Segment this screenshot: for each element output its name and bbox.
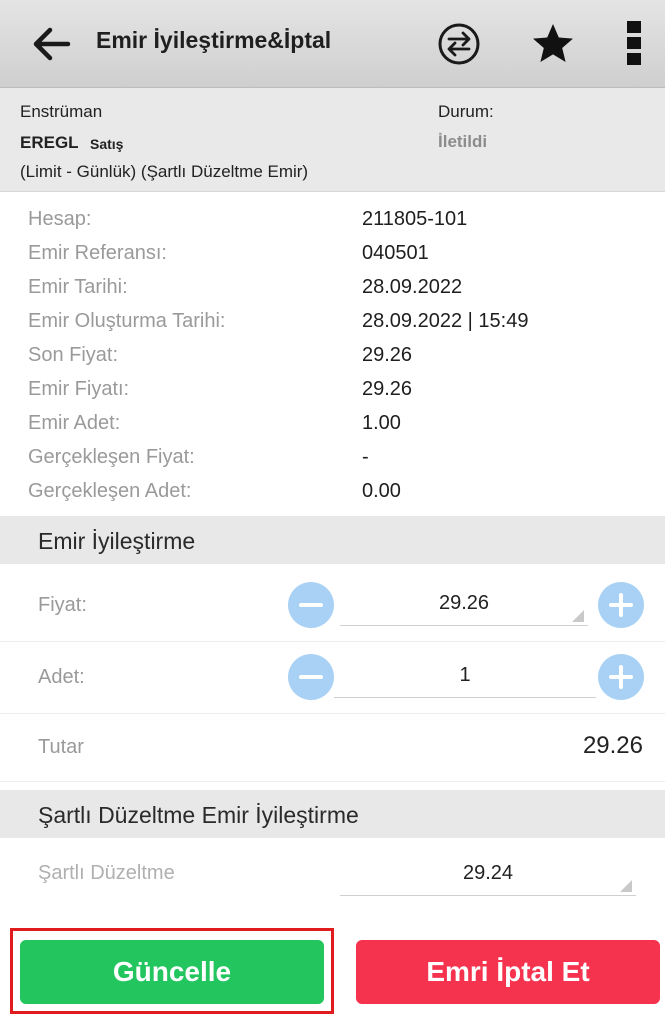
total-label: Tutar bbox=[38, 736, 84, 758]
detail-label: Son Fiyat: bbox=[28, 344, 119, 366]
update-button[interactable]: Güncelle bbox=[20, 940, 324, 1004]
detail-value: 040501 bbox=[362, 242, 429, 264]
order-side: Satış bbox=[90, 136, 124, 152]
plus-icon-vertical bbox=[619, 593, 623, 617]
arrow-left-icon[interactable] bbox=[28, 24, 72, 64]
price-label: Fiyat: bbox=[38, 594, 87, 616]
detail-label: Gerçekleşen Fiyat: bbox=[28, 446, 195, 468]
improve-section-header: Emir İyileştirme bbox=[0, 516, 665, 564]
detail-value: 28.09.2022 bbox=[362, 276, 463, 298]
order-summary: Enstrüman EREGL Satış (Limit - Günlük) (… bbox=[0, 88, 665, 192]
swap-arrows-icon[interactable] bbox=[437, 22, 481, 66]
price-row: Fiyat: 29.26 bbox=[0, 570, 665, 642]
detail-label: Emir Fiyatı: bbox=[28, 378, 130, 400]
detail-label: Emir Referansı: bbox=[28, 242, 167, 264]
detail-row-order-price: Emir Fiyatı: 29.26 bbox=[0, 378, 665, 412]
detail-label: Emir Tarihi: bbox=[28, 276, 128, 298]
section-title: Emir İyileştirme bbox=[38, 528, 196, 554]
detail-row-order-date: Emir Tarihi: 28.09.2022 bbox=[0, 276, 665, 310]
minus-icon bbox=[299, 603, 323, 607]
conditional-row: Şartlı Düzeltme 29.24 bbox=[0, 842, 665, 908]
quantity-decrease-button[interactable] bbox=[288, 654, 334, 700]
conditional-label: Şartlı Düzeltme bbox=[38, 862, 175, 884]
detail-value: 29.26 bbox=[362, 378, 413, 400]
order-type: (Limit - Günlük) (Şartlı Düzeltme Emir) bbox=[20, 162, 309, 181]
detail-value: - bbox=[362, 446, 369, 468]
detail-row-reference: Emir Referansı: 040501 bbox=[0, 242, 665, 276]
minus-icon bbox=[299, 675, 323, 679]
order-details: Hesap: 211805-101 Emir Referansı: 040501… bbox=[0, 192, 665, 510]
more-vertical-icon[interactable] bbox=[624, 20, 644, 66]
instrument-symbol: EREGL bbox=[20, 133, 79, 152]
page-title: Emir İyileştirme&İptal bbox=[96, 27, 332, 53]
status-label: Durum: bbox=[438, 102, 494, 121]
detail-row-last-price: Son Fiyat: 29.26 bbox=[0, 344, 665, 378]
conditional-value: 29.24 bbox=[462, 862, 514, 884]
quantity-row: Adet: 1 bbox=[0, 642, 665, 714]
price-increase-button[interactable] bbox=[598, 582, 644, 628]
detail-row-order-qty: Emir Adet: 1.00 bbox=[0, 412, 665, 446]
quantity-input[interactable]: 1 bbox=[334, 658, 596, 698]
total-row: Tutar 29.26 bbox=[0, 714, 665, 782]
star-icon[interactable] bbox=[530, 21, 576, 67]
detail-value: 211805-101 bbox=[362, 208, 468, 230]
input-corner-icon bbox=[620, 880, 632, 892]
plus-icon-vertical bbox=[619, 665, 623, 689]
price-value: 29.26 bbox=[438, 592, 490, 614]
detail-value: 28.09.2022 | 15:49 bbox=[362, 310, 529, 332]
conditional-price-input[interactable]: 29.24 bbox=[340, 856, 636, 896]
total-value: 29.26 bbox=[582, 732, 643, 759]
price-input[interactable]: 29.26 bbox=[340, 586, 588, 626]
price-decrease-button[interactable] bbox=[288, 582, 334, 628]
section-title: Şartlı Düzeltme Emir İyileştirme bbox=[38, 802, 359, 828]
detail-value: 1.00 bbox=[362, 412, 401, 434]
detail-value: 0.00 bbox=[362, 480, 401, 502]
detail-value: 29.26 bbox=[362, 344, 413, 366]
status-value: İletildi bbox=[438, 132, 488, 151]
quantity-value: 1 bbox=[459, 664, 471, 686]
detail-row-account: Hesap: 211805-101 bbox=[0, 208, 665, 242]
detail-row-created-date: Emir Oluşturma Tarihi: 28.09.2022 | 15:4… bbox=[0, 310, 665, 344]
detail-row-filled-qty: Gerçekleşen Adet: 0.00 bbox=[0, 480, 665, 514]
detail-label: Gerçekleşen Adet: bbox=[28, 480, 192, 502]
cancel-order-button[interactable]: Emri İptal Et bbox=[356, 940, 660, 1004]
instrument-label: Enstrüman bbox=[20, 102, 103, 121]
quantity-increase-button[interactable] bbox=[598, 654, 644, 700]
app-bar: Emir İyileştirme&İptal bbox=[0, 0, 665, 88]
detail-row-filled-price: Gerçekleşen Fiyat: - bbox=[0, 446, 665, 480]
detail-label: Hesap: bbox=[28, 208, 92, 230]
quantity-label: Adet: bbox=[38, 666, 85, 688]
input-corner-icon bbox=[572, 610, 584, 622]
detail-label: Emir Oluşturma Tarihi: bbox=[28, 310, 226, 332]
detail-label: Emir Adet: bbox=[28, 412, 121, 434]
conditional-section-header: Şartlı Düzeltme Emir İyileştirme bbox=[0, 790, 665, 838]
